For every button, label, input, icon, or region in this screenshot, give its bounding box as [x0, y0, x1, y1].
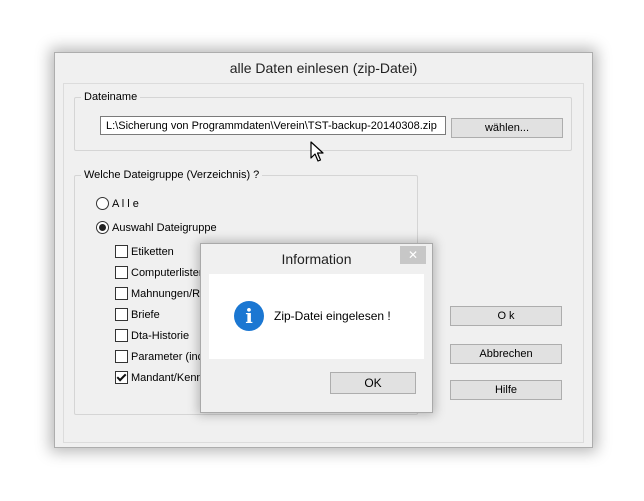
close-icon[interactable]: ✕	[400, 246, 426, 264]
radio-selection[interactable]: Auswahl Dateigruppe	[96, 220, 256, 236]
checkbox-parameter-label: Parameter (inc	[131, 351, 204, 363]
dialog-ok-button[interactable]: OK	[330, 372, 416, 394]
information-message: Zip-Datei eingelesen !	[274, 309, 391, 323]
radio-all-label: A l l e	[112, 198, 139, 210]
checkbox-computerlisten-box[interactable]	[115, 266, 128, 279]
information-dialog-title: Information	[281, 251, 352, 267]
ok-button[interactable]: O k	[450, 306, 562, 326]
radio-all-indicator[interactable]	[96, 197, 109, 210]
main-window-title: alle Daten einlesen (zip-Datei)	[229, 60, 418, 76]
checkbox-mandant-label: Mandant/Kenn:	[131, 372, 206, 384]
choose-file-button[interactable]: wählen...	[451, 118, 563, 138]
radio-all[interactable]: A l l e	[96, 196, 216, 212]
checkbox-mahnungen-box[interactable]	[115, 287, 128, 300]
file-group-legend: Welche Dateigruppe (Verzeichnis) ?	[84, 169, 260, 181]
information-dialog: Information ✕ i Zip-Datei eingelesen ! O…	[200, 243, 433, 413]
checkbox-dta-historie-box[interactable]	[115, 329, 128, 342]
file-name-legend: Dateiname	[84, 91, 138, 103]
checkbox-etiketten-label: Etiketten	[131, 246, 174, 258]
checkbox-briefe-label: Briefe	[131, 309, 160, 321]
info-icon: i	[234, 301, 264, 331]
information-dialog-body: i Zip-Datei eingelesen !	[209, 274, 424, 359]
cancel-button[interactable]: Abbrechen	[450, 344, 562, 364]
checkbox-computerlisten-label: Computerlisten	[131, 267, 205, 279]
checkbox-dta-historie-label: Dta-Historie	[131, 330, 190, 342]
file-path-field[interactable]: L:\Sicherung von Programmdaten\Verein\TS…	[100, 116, 446, 135]
checkbox-briefe-box[interactable]	[115, 308, 128, 321]
radio-selection-indicator[interactable]	[96, 221, 109, 234]
checkbox-parameter-box[interactable]	[115, 350, 128, 363]
help-button[interactable]: Hilfe	[450, 380, 562, 400]
mouse-cursor-icon	[310, 141, 324, 162]
radio-selection-label: Auswahl Dateigruppe	[112, 222, 217, 234]
checkbox-mandant-box[interactable]	[115, 371, 128, 384]
checkbox-mahnungen-label: Mahnungen/Re	[131, 288, 207, 300]
checkbox-etiketten-box[interactable]	[115, 245, 128, 258]
